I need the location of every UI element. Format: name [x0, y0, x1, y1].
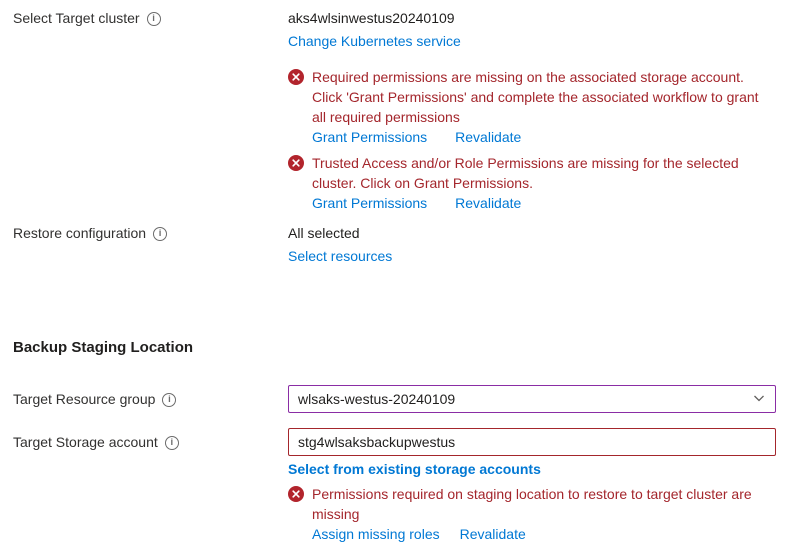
target-storage-account-label: Target Storage account: [13, 432, 158, 452]
revalidate-link[interactable]: Revalidate: [455, 193, 521, 213]
restore-form: Select Target cluster i aks4wlsinwestus2…: [0, 0, 790, 544]
target-cluster-row: Select Target cluster i aks4wlsinwestus2…: [13, 8, 776, 213]
target-cluster-label: Select Target cluster: [13, 8, 140, 28]
info-icon[interactable]: i: [165, 436, 179, 450]
change-kubernetes-service-link[interactable]: Change Kubernetes service: [288, 31, 461, 51]
trusted-access-error: Trusted Access and/or Role Permissions a…: [288, 153, 776, 213]
info-icon[interactable]: i: [162, 393, 176, 407]
target-storage-account-row: Target Storage account i Select from exi…: [13, 428, 776, 544]
restore-configuration-value: All selected: [288, 223, 776, 243]
assign-missing-roles-link[interactable]: Assign missing roles: [312, 524, 440, 544]
error-message: Permissions required on staging location…: [312, 484, 776, 524]
revalidate-link[interactable]: Revalidate: [460, 524, 526, 544]
revalidate-link[interactable]: Revalidate: [455, 127, 521, 147]
restore-configuration-label: Restore configuration: [13, 223, 146, 243]
error-icon: [288, 69, 304, 147]
target-cluster-value: aks4wlsinwestus20240109: [288, 8, 776, 28]
select-resources-link[interactable]: Select resources: [288, 246, 392, 266]
select-existing-storage-accounts-link[interactable]: Select from existing storage accounts: [288, 459, 541, 479]
info-icon[interactable]: i: [153, 227, 167, 241]
dropdown-selected-value: wlsaks-westus-20240109: [298, 391, 455, 407]
target-resource-group-label: Target Resource group: [13, 389, 155, 409]
grant-permissions-link[interactable]: Grant Permissions: [312, 193, 427, 213]
restore-configuration-row: Restore configuration i All selected Sel…: [13, 223, 776, 266]
error-icon: [288, 486, 304, 544]
error-message: Required permissions are missing on the …: [312, 67, 776, 127]
backup-staging-location-header: Backup Staging Location: [13, 338, 776, 358]
target-resource-group-dropdown[interactable]: wlsaks-westus-20240109: [288, 385, 776, 413]
target-resource-group-row: Target Resource group i wlsaks-westus-20…: [13, 385, 776, 413]
error-message: Trusted Access and/or Role Permissions a…: [312, 153, 776, 193]
info-icon[interactable]: i: [147, 12, 161, 26]
storage-permissions-error: Required permissions are missing on the …: [288, 67, 776, 147]
grant-permissions-link[interactable]: Grant Permissions: [312, 127, 427, 147]
target-storage-account-input[interactable]: [288, 428, 776, 456]
chevron-down-icon: [752, 391, 766, 408]
error-icon: [288, 155, 304, 213]
staging-permissions-error: Permissions required on staging location…: [288, 484, 776, 544]
